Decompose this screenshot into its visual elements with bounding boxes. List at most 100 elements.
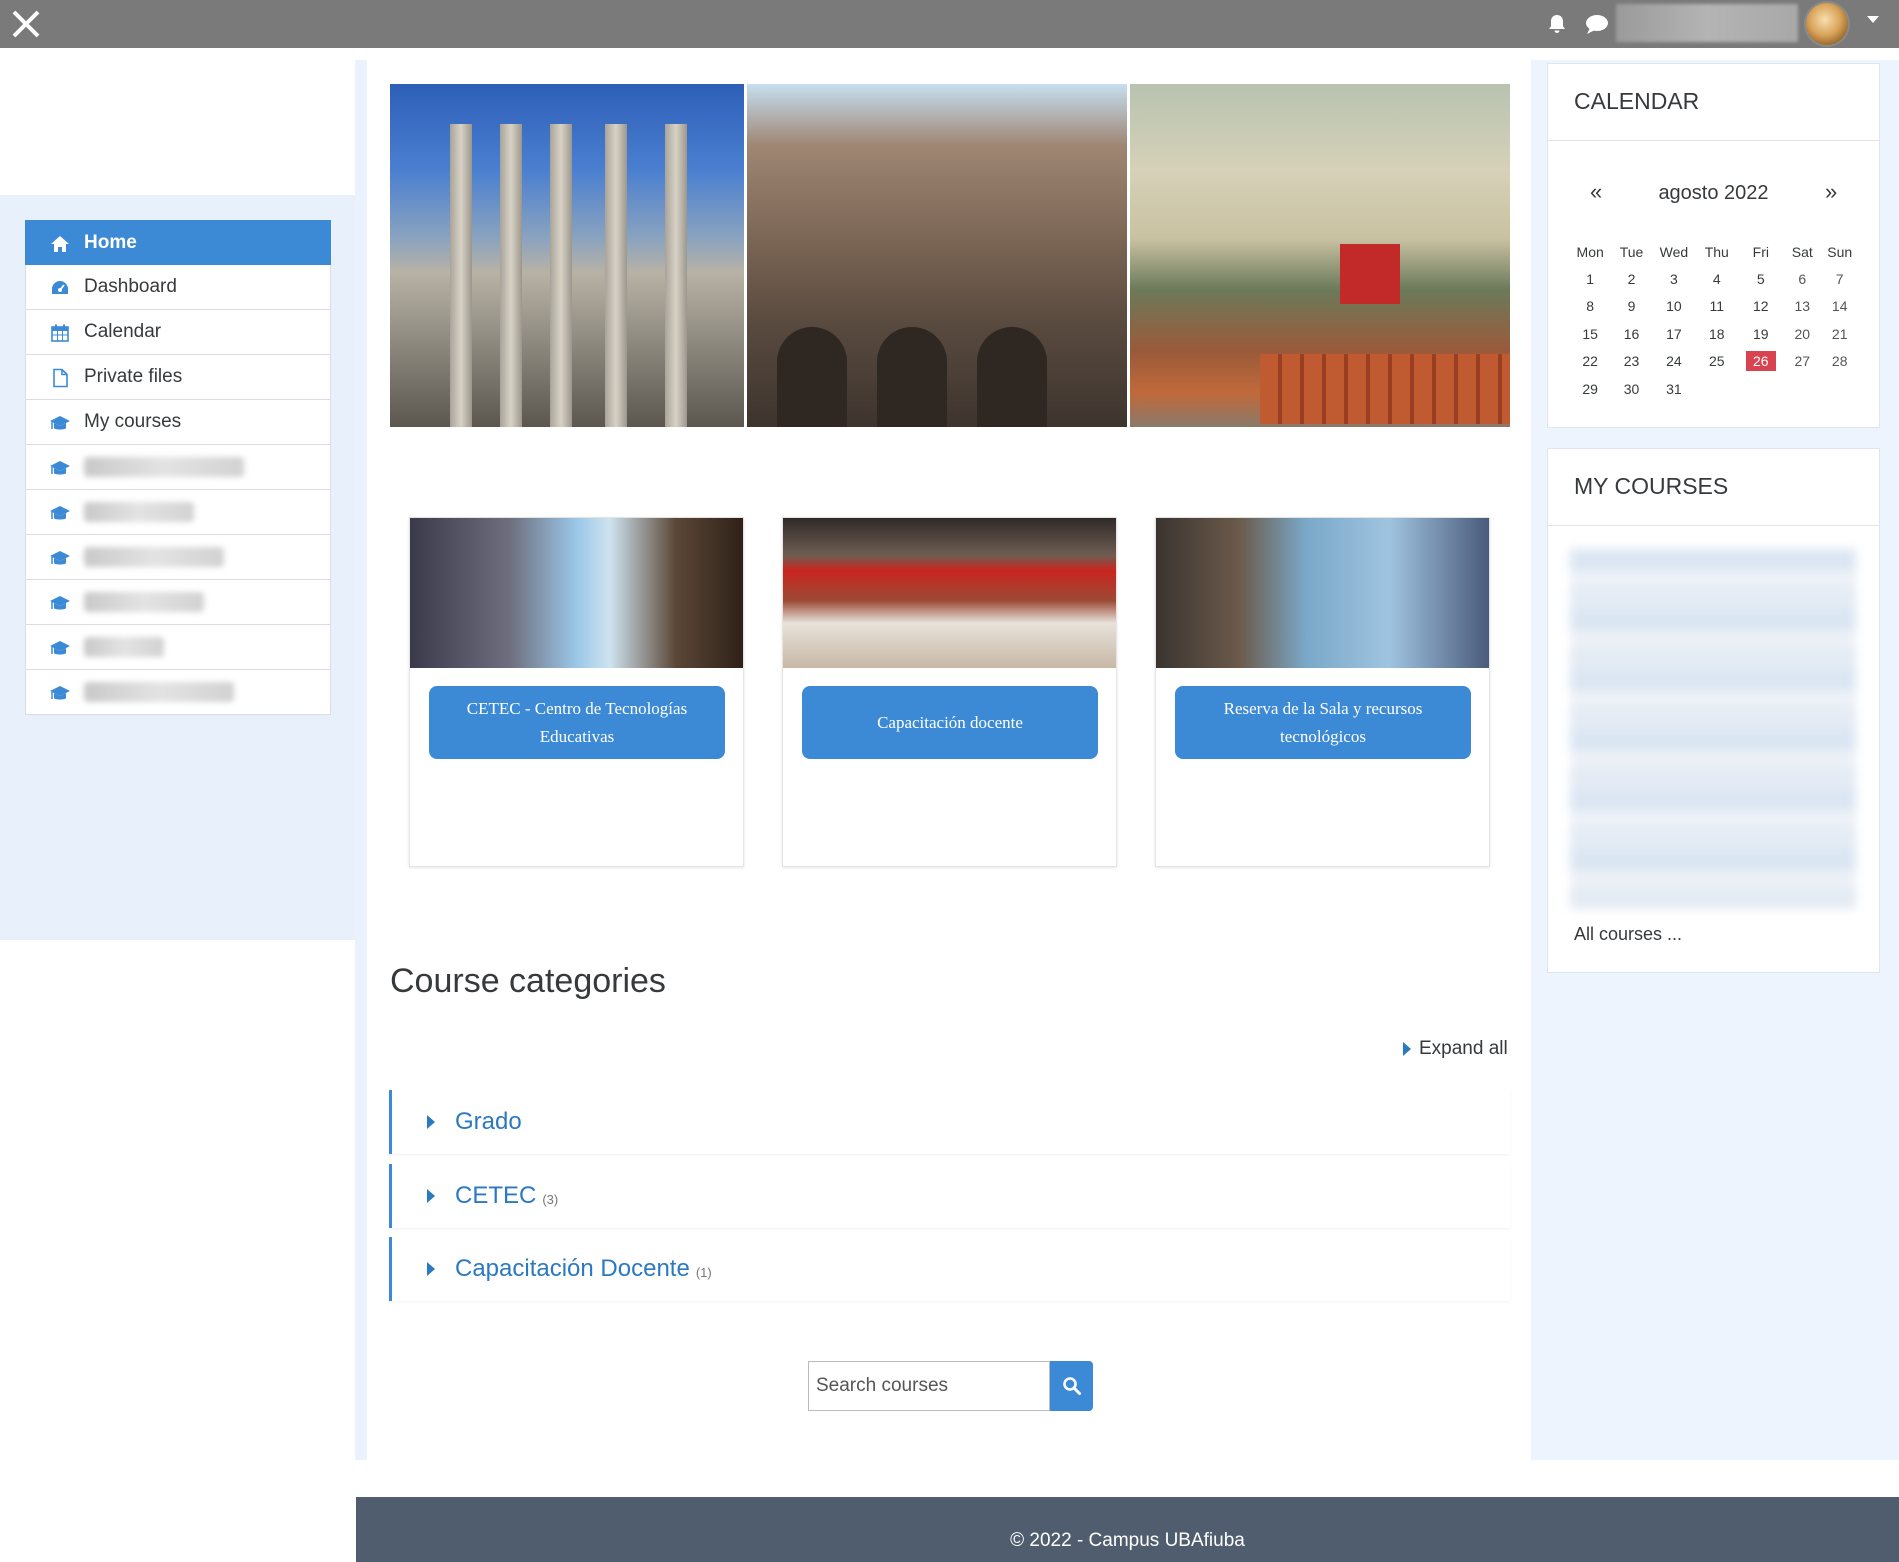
calendar-day[interactable]: 1 (1568, 265, 1612, 293)
course-name-blurred (84, 592, 204, 612)
bell-icon[interactable] (1545, 12, 1569, 36)
my-courses-block: MY COURSES All courses ... (1547, 448, 1880, 973)
calendar-day[interactable]: 16 (1612, 320, 1650, 348)
caret-right-icon[interactable] (427, 1115, 435, 1129)
calendar-day[interactable]: 19 (1736, 320, 1785, 348)
calendar-navigation: « agosto 2022 » (1548, 179, 1879, 209)
chat-icon[interactable] (1584, 12, 1610, 36)
close-icon[interactable] (10, 8, 42, 40)
card-cetec: CETEC - Centro de Tecnologías Educativas (409, 517, 744, 867)
nav-item-course[interactable] (25, 490, 331, 535)
slide-columns-building (390, 84, 744, 427)
caret-down-icon[interactable] (1867, 16, 1879, 23)
calendar-day[interactable]: 10 (1651, 293, 1697, 321)
nav-item-course[interactable] (25, 580, 331, 625)
footer-copyright: © 2022 - Campus UBAfiuba (1010, 1530, 1245, 1551)
nav-item-label: Dashboard (84, 276, 177, 297)
calendar-day[interactable]: 21 (1819, 320, 1860, 348)
graduation-cap-icon (50, 596, 70, 610)
category-name[interactable]: CETEC (455, 1182, 536, 1210)
user-name-blurred[interactable] (1616, 4, 1798, 42)
category-row-grado[interactable]: Grado (389, 1090, 1510, 1154)
next-month-button[interactable]: » (1825, 179, 1837, 205)
calendar-day[interactable]: 12 (1736, 293, 1785, 321)
card-image (410, 518, 743, 668)
calendar-day[interactable]: 11 (1697, 293, 1736, 321)
calendar-day[interactable]: 15 (1568, 320, 1612, 348)
nav-item-calendar[interactable]: Calendar (25, 310, 331, 355)
nav-item-dashboard[interactable]: Dashboard (25, 265, 331, 310)
calendar-day[interactable]: 9 (1612, 293, 1650, 321)
search-button[interactable] (1050, 1361, 1093, 1411)
search-icon (1062, 1377, 1081, 1395)
weekday-header: Wed (1659, 244, 1689, 260)
file-icon (53, 368, 68, 388)
home-icon (51, 236, 69, 252)
calendar-day-today[interactable]: 26 (1736, 348, 1785, 376)
graduation-cap-icon (50, 641, 70, 655)
card-image (1156, 518, 1489, 668)
graduation-cap-icon (50, 686, 70, 700)
calendar-day[interactable]: 25 (1697, 348, 1736, 376)
calendar-day[interactable]: 22 (1568, 348, 1612, 376)
calendar-day[interactable]: 8 (1568, 293, 1612, 321)
calendar-title: CALENDAR (1548, 64, 1879, 141)
top-navbar (0, 0, 1899, 48)
graduation-cap-icon (50, 506, 70, 520)
my-courses-list-blurred[interactable] (1570, 549, 1856, 909)
expand-all-link[interactable]: Expand all (1403, 1038, 1508, 1060)
calendar-day[interactable]: 28 (1819, 348, 1860, 376)
slide-modern-building (1130, 84, 1510, 427)
calendar-day[interactable]: 24 (1651, 348, 1697, 376)
weekday-header: Fri (1752, 244, 1769, 260)
caret-right-icon[interactable] (427, 1262, 435, 1276)
category-row-cetec[interactable]: CETEC (3) (389, 1164, 1510, 1228)
card-capacitacion: Capacitación docente (782, 517, 1117, 867)
calendar-day[interactable]: 13 (1785, 293, 1819, 321)
calendar-day[interactable]: 5 (1736, 265, 1785, 293)
search-courses-input[interactable] (808, 1361, 1050, 1411)
expand-all-label: Expand all (1419, 1038, 1508, 1059)
nav-item-private-files[interactable]: Private files (25, 355, 331, 400)
nav-item-my-courses[interactable]: My courses (25, 400, 331, 445)
category-row-capacitacion-docente[interactable]: Capacitación Docente (1) (389, 1237, 1510, 1301)
capacitacion-docente-button[interactable]: Capacitación docente (802, 686, 1098, 759)
calendar-day[interactable]: 3 (1651, 265, 1697, 293)
calendar-day[interactable]: 27 (1785, 348, 1819, 376)
all-courses-link[interactable]: All courses ... (1574, 924, 1682, 945)
calendar-day[interactable]: 18 (1697, 320, 1736, 348)
calendar-day[interactable]: 7 (1819, 265, 1860, 293)
course-name-blurred (84, 547, 224, 567)
graduation-cap-icon (50, 416, 70, 430)
graduation-cap-icon (50, 461, 70, 475)
cetec-button[interactable]: CETEC - Centro de Tecnologías Educativas (429, 686, 725, 759)
nav-item-course[interactable] (25, 625, 331, 670)
category-name[interactable]: Grado (455, 1108, 522, 1136)
category-name[interactable]: Capacitación Docente (455, 1255, 690, 1283)
reserva-sala-button[interactable]: Reserva de la Sala y recursos tecnológic… (1175, 686, 1471, 759)
calendar-day[interactable]: 29 (1568, 375, 1612, 403)
nav-item-label: Calendar (84, 321, 162, 342)
nav-item-course[interactable] (25, 445, 331, 490)
calendar-day[interactable]: 2 (1612, 265, 1650, 293)
nav-item-course[interactable] (25, 670, 331, 715)
nav-item-course[interactable] (25, 535, 331, 580)
calendar-day[interactable]: 20 (1785, 320, 1819, 348)
calendar-day[interactable]: 14 (1819, 293, 1860, 321)
dashboard-icon (52, 281, 68, 294)
calendar-day[interactable]: 4 (1697, 265, 1736, 293)
weekday-header: Mon (1576, 244, 1604, 260)
calendar-day[interactable]: 30 (1612, 375, 1650, 403)
calendar-day[interactable]: 17 (1651, 320, 1697, 348)
calendar-day[interactable]: 6 (1785, 265, 1819, 293)
avatar[interactable] (1804, 1, 1850, 47)
calendar-icon (51, 324, 69, 342)
calendar-day-empty (1697, 375, 1736, 403)
nav-item-label: Private files (84, 366, 183, 387)
frontpage-cards: CETEC - Centro de Tecnologías Educativas… (409, 517, 1490, 867)
nav-item-home[interactable]: Home (25, 220, 331, 265)
calendar-day[interactable]: 23 (1612, 348, 1650, 376)
calendar-day[interactable]: 31 (1651, 375, 1697, 403)
caret-right-icon[interactable] (427, 1189, 435, 1203)
weekday-header: Sun (1827, 244, 1853, 260)
